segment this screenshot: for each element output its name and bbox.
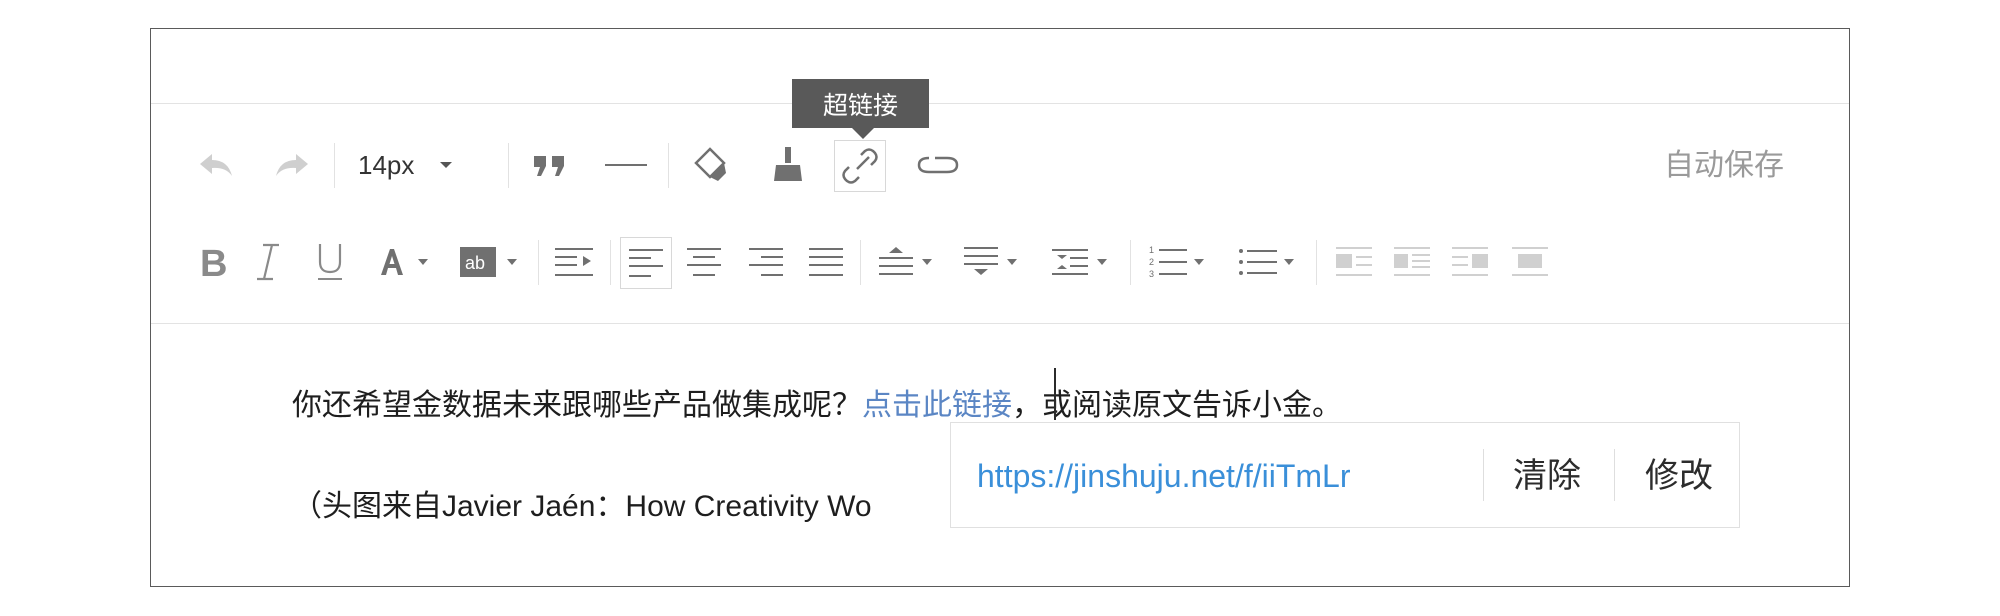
paragraph-1[interactable]: 你还希望金数据未来跟哪些产品做集成呢？点击此链接，或阅读原文告诉小金。: [292, 380, 1342, 424]
svg-text:B: B: [200, 244, 227, 280]
image-inline-button[interactable]: [1388, 240, 1436, 284]
autosave-status: 自动保存: [1664, 148, 1784, 183]
align-left-icon: [629, 249, 663, 277]
format-painter-icon: [694, 147, 726, 181]
align-center-button[interactable]: [680, 240, 728, 284]
redo-button[interactable]: [268, 143, 316, 187]
tooltip-arrow: [852, 128, 874, 139]
toolbar-separator: [1130, 240, 1131, 285]
clear-link-button[interactable]: 清除: [1513, 423, 1581, 529]
chevron-down-icon: [1097, 259, 1107, 265]
svg-text:ab: ab: [465, 253, 485, 273]
paragraph-spacing-after-button[interactable]: [958, 240, 1024, 284]
link-popup: https://jinshuju.net/f/iiTmLr 清除 修改: [950, 422, 1740, 528]
image-left-icon: [1336, 247, 1372, 276]
paragraph-2-text: （头图来自Javier Jaén：How Creativity Wo: [292, 490, 872, 523]
image-center-button[interactable]: [1506, 240, 1554, 284]
horizontal-rule-icon: [605, 164, 647, 166]
edit-link-button[interactable]: 修改: [1645, 423, 1713, 529]
toolbar-separator: [508, 143, 509, 188]
underline-button[interactable]: [310, 240, 350, 284]
image-right-icon: [1452, 247, 1488, 276]
chevron-down-icon: [440, 162, 453, 168]
text-caret: [1054, 368, 1056, 420]
hyperlink-text-part-1: 点击此: [862, 389, 952, 422]
highlight-color-button[interactable]: ab: [454, 240, 524, 284]
undo-icon: [200, 154, 232, 176]
toolbar-top-divider: [151, 103, 1849, 104]
highlight-color-icon: ab: [460, 247, 496, 277]
image-center-icon: [1512, 247, 1548, 276]
svg-text:3: 3: [1149, 269, 1154, 279]
hyperlink-text-part-2: 链接: [952, 389, 1012, 422]
chevron-down-icon: [1194, 259, 1204, 265]
toolbar-separator: [538, 240, 539, 285]
chevron-down-icon: [507, 259, 517, 265]
undo-button[interactable]: [192, 143, 240, 187]
link-button[interactable]: [834, 140, 886, 192]
font-color-button[interactable]: [370, 240, 436, 284]
align-justify-icon: [809, 248, 843, 276]
quote-icon: [534, 156, 564, 176]
ordered-list-button[interactable]: 1 2 3: [1142, 240, 1212, 284]
unordered-list-button[interactable]: [1232, 240, 1302, 284]
ordered-list-icon: 1 2 3: [1149, 245, 1187, 279]
underline-icon: [318, 244, 342, 280]
redo-icon: [276, 154, 308, 176]
horizontal-rule-button[interactable]: [602, 143, 650, 187]
italic-icon: [257, 243, 279, 281]
link-tooltip: 超链接: [792, 79, 929, 128]
indent-icon: [555, 248, 593, 276]
toolbar-separator: [334, 143, 335, 188]
clear-format-button[interactable]: [764, 143, 812, 187]
chevron-down-icon: [922, 259, 932, 265]
paragraph-spacing-before-icon: [879, 247, 913, 275]
unlink-button[interactable]: [912, 143, 964, 187]
popup-separator: [1614, 449, 1615, 501]
align-right-button[interactable]: [742, 240, 790, 284]
align-left-button[interactable]: [620, 237, 672, 289]
image-right-button[interactable]: [1446, 240, 1494, 284]
clear-format-icon: [774, 147, 802, 181]
chevron-down-icon: [1007, 259, 1017, 265]
image-left-button[interactable]: [1330, 240, 1378, 284]
paragraph-1-tail: ，或阅读原文告诉小金。: [1012, 389, 1342, 422]
chevron-down-icon: [418, 259, 428, 265]
format-painter-button[interactable]: [686, 143, 734, 187]
image-inline-icon: [1394, 247, 1430, 276]
popup-separator: [1483, 449, 1484, 501]
toolbar-separator: [860, 240, 861, 285]
paragraph-spacing-before-button[interactable]: [874, 240, 938, 284]
toolbar-separator: [610, 240, 611, 285]
svg-text:1: 1: [1149, 245, 1154, 255]
align-justify-button[interactable]: [802, 240, 850, 284]
unordered-list-icon: [1239, 249, 1277, 275]
font-size-value: 14px: [358, 149, 415, 180]
align-right-icon: [749, 248, 783, 276]
line-height-button[interactable]: [1046, 240, 1114, 284]
paragraph-spacing-after-icon: [964, 247, 998, 275]
italic-button[interactable]: [248, 240, 288, 284]
font-color-icon: [381, 249, 403, 275]
paragraph-2[interactable]: （头图来自Javier Jaén：How Creativity Wo: [292, 481, 872, 525]
line-height-icon: [1052, 249, 1088, 275]
align-center-icon: [687, 248, 721, 276]
paragraph-1-text: 你还希望金数据未来跟哪些产品做集成呢？: [292, 389, 862, 422]
link-icon: [842, 148, 878, 184]
chevron-down-icon: [1284, 259, 1294, 265]
svg-text:2: 2: [1149, 257, 1154, 267]
font-size-dropdown[interactable]: 14px: [358, 143, 478, 187]
bold-button[interactable]: B: [192, 240, 234, 284]
toolbar-bottom-divider: [151, 323, 1849, 324]
indent-button[interactable]: [550, 240, 598, 284]
unlink-icon: [917, 156, 959, 174]
bold-icon: B: [200, 244, 227, 280]
toolbar-separator: [1316, 240, 1317, 285]
link-url[interactable]: https://jinshuju.net/f/iiTmLr: [977, 423, 1350, 529]
quote-button[interactable]: [528, 143, 572, 187]
hyperlink-text[interactable]: 点击此链接: [862, 389, 1012, 422]
toolbar-separator: [668, 143, 669, 188]
